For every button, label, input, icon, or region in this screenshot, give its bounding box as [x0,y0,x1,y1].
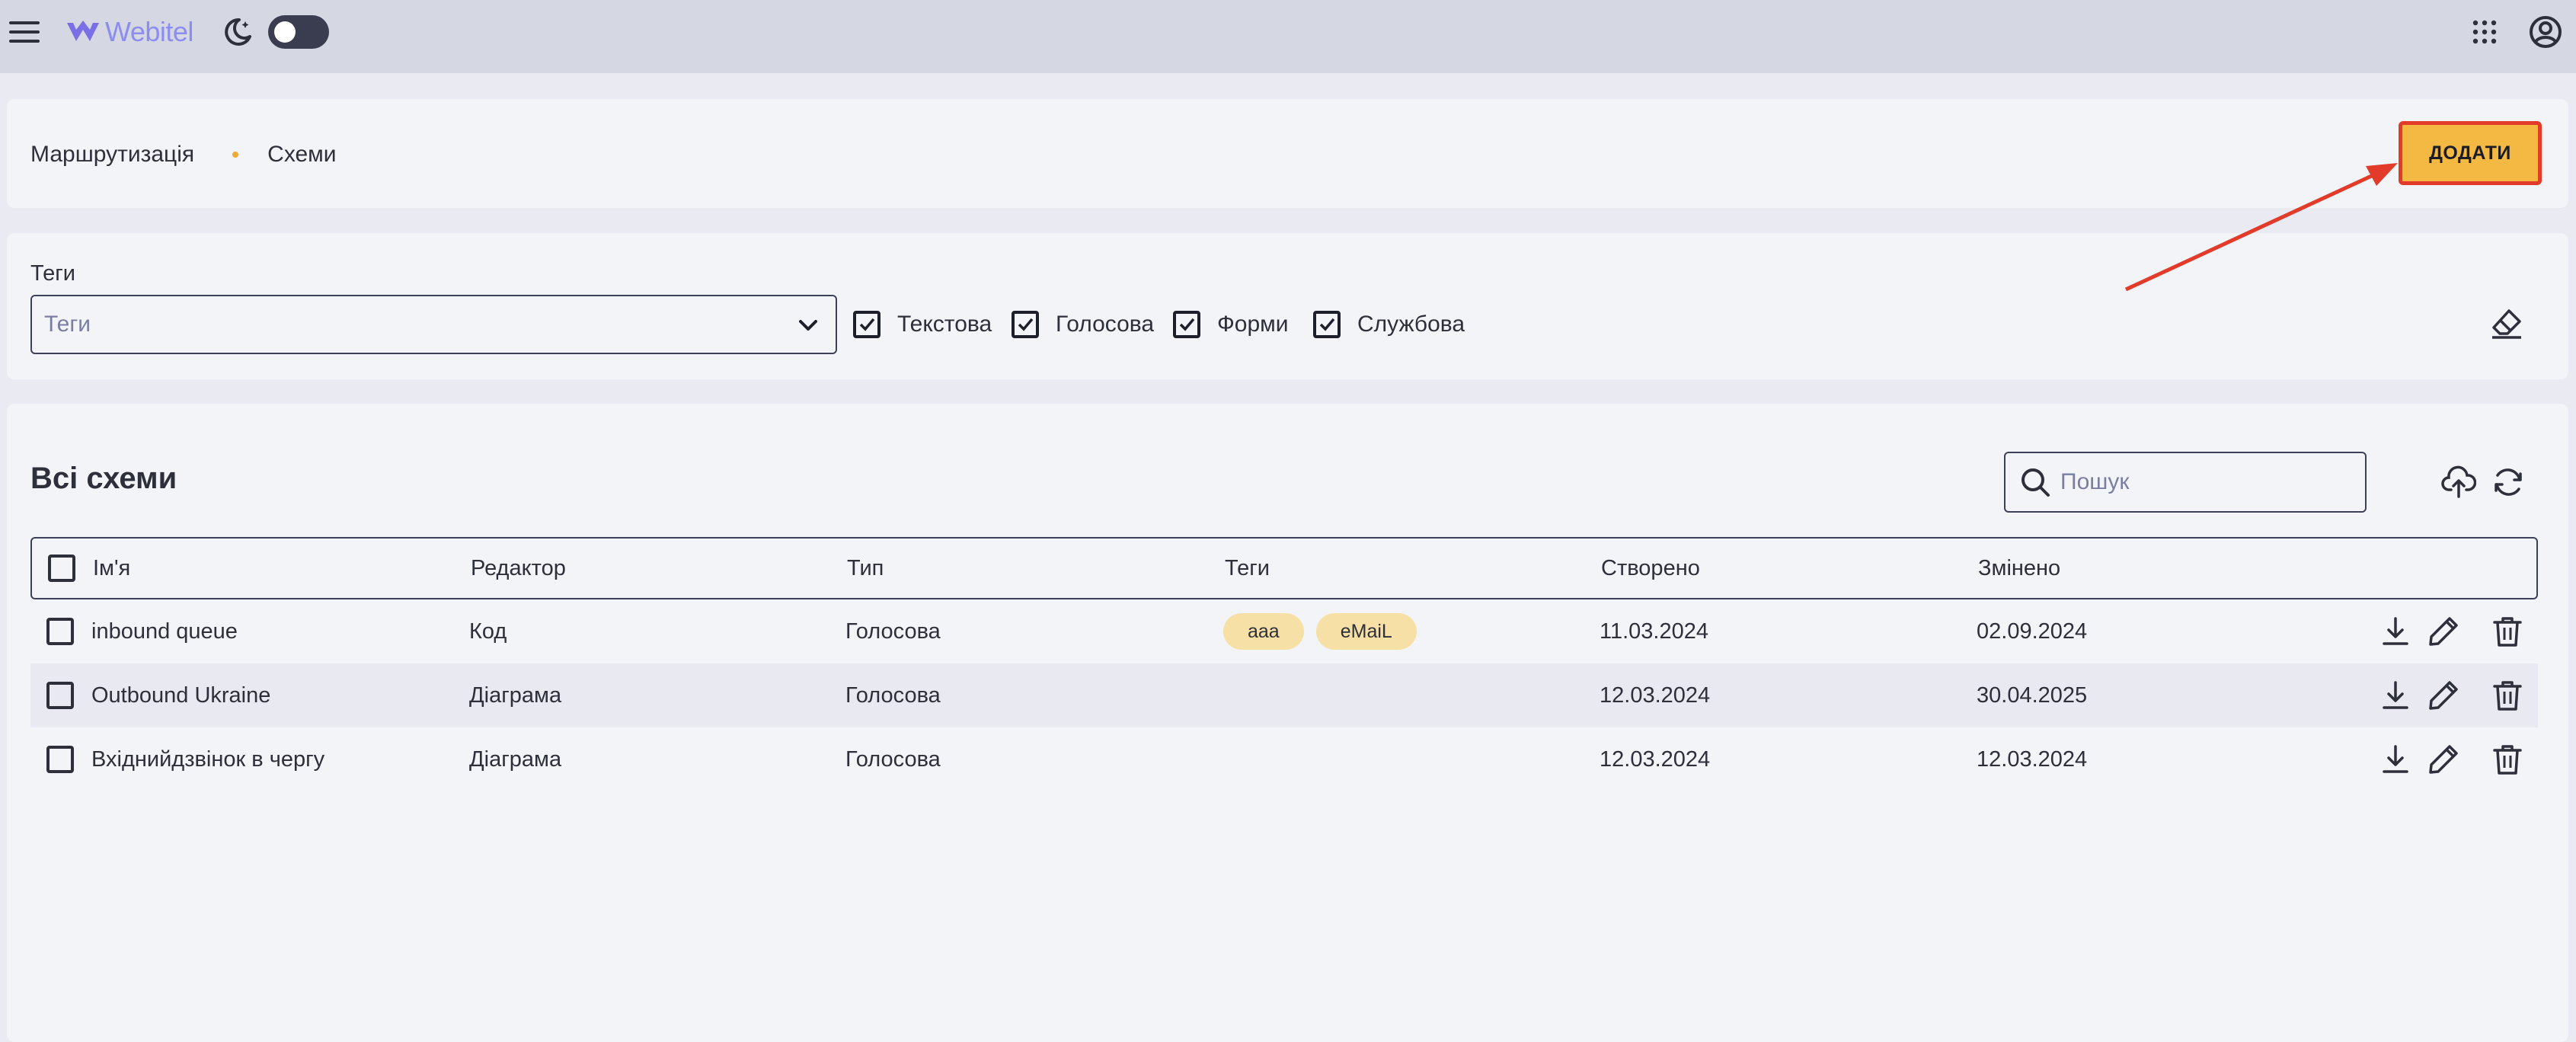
edit-icon[interactable] [2427,615,2460,648]
row-modified: 12.03.2024 [1977,746,2088,772]
column-name[interactable]: Ім'я [93,539,130,598]
chevron-down-icon [799,320,817,331]
tag-chip: eMaiL [1315,613,1417,650]
row-editor: Код [469,618,507,644]
delete-icon[interactable] [2491,679,2524,712]
row-name[interactable]: Вхіднийдзвінок в чергу [91,727,324,791]
menu-icon[interactable] [8,15,41,49]
app-logo[interactable]: Webitel [66,15,193,49]
tags-select[interactable]: Теги [30,295,837,354]
delete-icon[interactable] [2491,615,2524,648]
app-name: Webitel [105,16,193,47]
row-editor: Діаграма [469,746,562,772]
moon-icon[interactable] [219,14,256,50]
row-checkbox[interactable] [46,746,74,773]
breadcrumb-separator [232,152,239,158]
apps-grid-icon[interactable] [2469,17,2500,47]
column-modified[interactable]: Змінено [1978,539,2060,598]
tag-chip: aaa [1223,613,1304,650]
download-icon[interactable] [2379,743,2412,776]
section-title: Всі схеми [30,462,177,495]
delete-icon[interactable] [2491,743,2524,776]
table-row[interactable]: Вхіднийдзвінок в чергу Діаграма Голосова… [30,727,2538,791]
row-modified: 30.04.2025 [1977,682,2088,708]
column-tags[interactable]: Теги [1225,539,1270,598]
breadcrumb-current: Схеми [267,142,337,167]
edit-icon[interactable] [2427,743,2460,776]
row-name[interactable]: Outbound Ukraine [91,663,270,727]
breadcrumb-parent[interactable]: Маршрутизація [30,142,194,168]
refresh-icon[interactable] [2491,465,2526,500]
row-checkbox[interactable] [46,682,74,709]
row-editor: Діаграма [469,682,562,708]
logo-icon [67,21,99,41]
add-button[interactable]: ДОДАТИ [2399,121,2542,185]
checkbox[interactable] [1012,311,1039,338]
top-bar: Webitel [0,0,2576,73]
row-type: Голосова [845,618,941,644]
download-icon[interactable] [2379,679,2412,712]
row-created: 12.03.2024 [1600,746,1711,772]
table-row[interactable]: Outbound Ukraine Діаграма Голосова 12.03… [30,663,2538,727]
checkbox[interactable] [1313,311,1341,338]
row-checkbox[interactable] [46,618,74,645]
type-filter-label: Форми [1217,312,1289,337]
row-name[interactable]: inbound queue [91,599,238,663]
tags-select-placeholder: Теги [44,312,91,337]
column-type[interactable]: Тип [847,539,884,598]
table-header: Ім'я Редактор Тип Теги Створено Змінено [30,537,2538,599]
search-input[interactable] [2060,469,2335,495]
account-icon[interactable] [2527,14,2564,50]
row-modified: 02.09.2024 [1977,618,2088,644]
upload-icon[interactable] [2441,465,2476,500]
search-icon [2021,468,2050,497]
row-tags: aaa eMaiL [1223,599,1429,663]
checkbox[interactable] [1173,311,1200,338]
type-filter-text[interactable]: Текстова [853,305,992,344]
row-type: Голосова [845,746,941,772]
column-editor[interactable]: Редактор [471,539,566,598]
type-filter-label: Голосова [1056,312,1155,337]
checkbox[interactable] [853,311,881,338]
type-filter-forms[interactable]: Форми [1173,305,1289,344]
select-all-checkbox[interactable] [48,555,75,582]
type-filter-label: Службова [1357,312,1465,337]
eraser-icon[interactable] [2489,306,2524,341]
row-created: 11.03.2024 [1600,618,1708,644]
tags-filter-label: Теги [30,261,75,286]
download-icon[interactable] [2379,615,2412,648]
theme-toggle[interactable] [268,15,329,49]
header-panel [7,99,2568,208]
row-created: 12.03.2024 [1600,682,1711,708]
table-row[interactable]: inbound queue Код Голосова aaa eMaiL 11.… [30,599,2538,663]
breadcrumb: Маршрутизація Схеми [30,139,337,170]
column-created[interactable]: Створено [1601,539,1700,598]
type-filter-label: Текстова [897,312,992,337]
edit-icon[interactable] [2427,679,2460,712]
type-filter-voice[interactable]: Голосова [1012,305,1154,344]
search-box[interactable] [2004,452,2367,513]
type-filter-service[interactable]: Службова [1313,305,1465,344]
row-type: Голосова [845,682,941,708]
